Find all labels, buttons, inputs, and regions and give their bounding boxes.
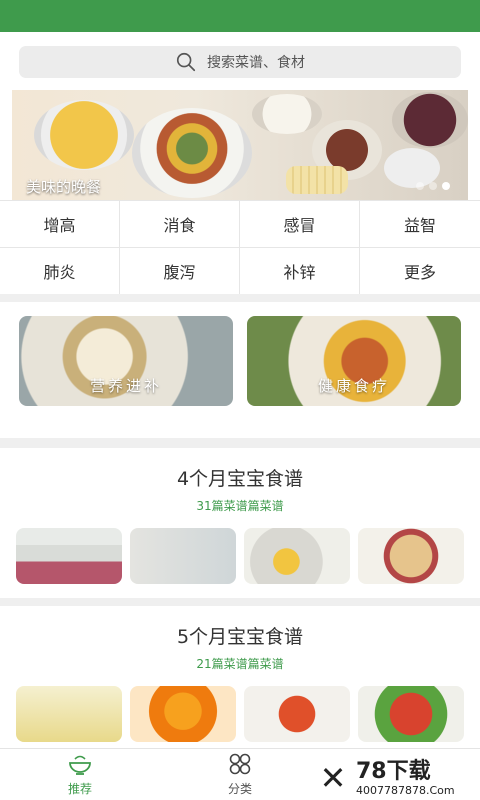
category-item[interactable]: 消食 <box>120 201 240 248</box>
watermark: ✕ 78下载 4007787878.Com <box>316 756 476 800</box>
promo-label: 营养进补 <box>89 377 162 395</box>
category-item[interactable]: 增高 <box>0 201 120 248</box>
promo-card-therapy[interactable]: 健康食疗 <box>247 316 461 406</box>
tab-label: 分类 <box>227 782 252 796</box>
tab-category[interactable]: 分类 <box>160 749 320 800</box>
banner-food-image <box>132 108 252 198</box>
carousel-dot[interactable] <box>429 182 437 190</box>
section-title[interactable]: 4个月宝宝食谱 <box>0 464 480 491</box>
watermark-logo-icon: ✕ <box>319 759 347 797</box>
recipe-thumbnails <box>16 528 464 584</box>
recipe-thumbnail[interactable] <box>244 528 350 584</box>
search-area: 搜索菜谱、食材 <box>0 32 480 90</box>
divider <box>0 598 480 606</box>
category-item[interactable]: 补锌 <box>240 248 360 295</box>
tab-label: 推荐 <box>67 782 92 796</box>
status-bar <box>0 0 480 32</box>
recipe-thumbnail[interactable] <box>358 686 464 742</box>
bowl-icon <box>69 755 91 775</box>
recipe-thumbnail[interactable] <box>130 686 236 742</box>
banner-caption: 美味的晚餐 <box>26 178 102 196</box>
banner-food-image <box>392 92 468 148</box>
category-grid: 增高 消食 感冒 益智 肺炎 腹泻 补锌 更多 <box>0 200 480 295</box>
watermark-url: 4007787878.Com <box>356 783 455 797</box>
category-item[interactable]: 肺炎 <box>0 248 120 295</box>
carousel-dot-active[interactable] <box>442 182 450 190</box>
grid-icon <box>229 753 251 775</box>
divider <box>0 438 480 448</box>
promo-card-nutrition[interactable]: 营养进补 <box>19 316 233 406</box>
banner-food-image <box>34 100 134 170</box>
recipe-thumbnail[interactable] <box>358 528 464 584</box>
search-icon <box>176 52 196 72</box>
recipe-thumbnail[interactable] <box>244 686 350 742</box>
section-title[interactable]: 5个月宝宝食谱 <box>0 622 480 649</box>
banner-carousel[interactable]: 美味的晚餐 <box>12 90 468 200</box>
promo-label: 健康食疗 <box>317 377 390 395</box>
category-item[interactable]: 益智 <box>360 201 480 248</box>
search-placeholder: 搜索菜谱、食材 <box>207 55 305 71</box>
recipe-thumbnails <box>16 686 464 742</box>
section-subtitle: 31篇菜谱篇菜谱 <box>196 499 284 513</box>
tab-recommend[interactable]: 推荐 <box>0 749 160 800</box>
carousel-dot[interactable] <box>416 182 424 190</box>
banner-food-image <box>252 94 322 134</box>
divider <box>0 294 480 302</box>
carousel-indicator <box>416 182 450 190</box>
recipe-thumbnail[interactable] <box>16 686 122 742</box>
category-more[interactable]: 更多 <box>360 248 480 295</box>
banner-food-image <box>286 166 348 194</box>
category-item[interactable]: 腹泻 <box>120 248 240 295</box>
watermark-name: 78下载 <box>356 758 431 784</box>
search-bar[interactable]: 搜索菜谱、食材 <box>19 46 461 78</box>
section-subtitle: 21篇菜谱篇菜谱 <box>196 657 284 671</box>
category-item[interactable]: 感冒 <box>240 201 360 248</box>
recipe-thumbnail[interactable] <box>16 528 122 584</box>
recipe-thumbnail[interactable] <box>130 528 236 584</box>
